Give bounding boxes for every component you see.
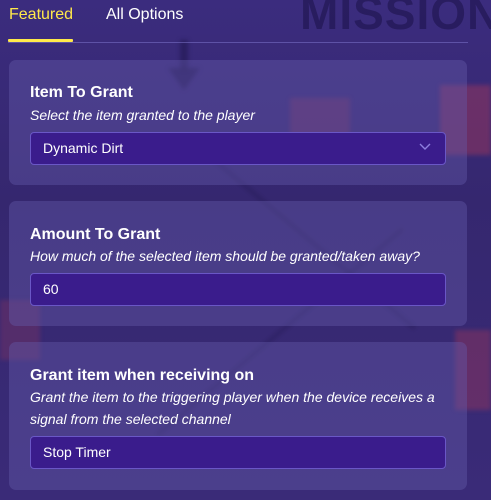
amount-to-grant-description: How much of the selected item should be … <box>30 248 420 264</box>
options-tabs: Featured All Options <box>8 0 468 43</box>
grant-on-channel-description: Grant the item to the triggering player … <box>30 389 435 427</box>
item-to-grant-value: Dynamic Dirt <box>43 140 124 156</box>
tab-featured[interactable]: Featured <box>9 6 73 24</box>
amount-to-grant-card: Amount To Grant How much of the selected… <box>9 201 467 326</box>
amount-to-grant-title: Amount To Grant <box>30 226 161 243</box>
active-tab-indicator <box>8 39 73 42</box>
amount-to-grant-value: 60 <box>43 281 59 297</box>
item-to-grant-card: Item To Grant Select the item granted to… <box>9 60 467 185</box>
item-to-grant-dropdown[interactable]: Dynamic Dirt <box>30 132 446 165</box>
chevron-down-icon <box>419 143 431 150</box>
tab-all-options[interactable]: All Options <box>106 6 183 24</box>
item-to-grant-description: Select the item granted to the player <box>30 107 255 123</box>
grant-on-channel-value: Stop Timer <box>43 444 111 460</box>
item-to-grant-title: Item To Grant <box>30 84 133 101</box>
grant-on-channel-title: Grant item when receiving on <box>30 367 255 384</box>
grant-on-channel-input[interactable]: Stop Timer <box>30 436 446 469</box>
amount-to-grant-input[interactable]: 60 <box>30 273 446 306</box>
grant-on-channel-card: Grant item when receiving on Grant the i… <box>9 342 467 490</box>
